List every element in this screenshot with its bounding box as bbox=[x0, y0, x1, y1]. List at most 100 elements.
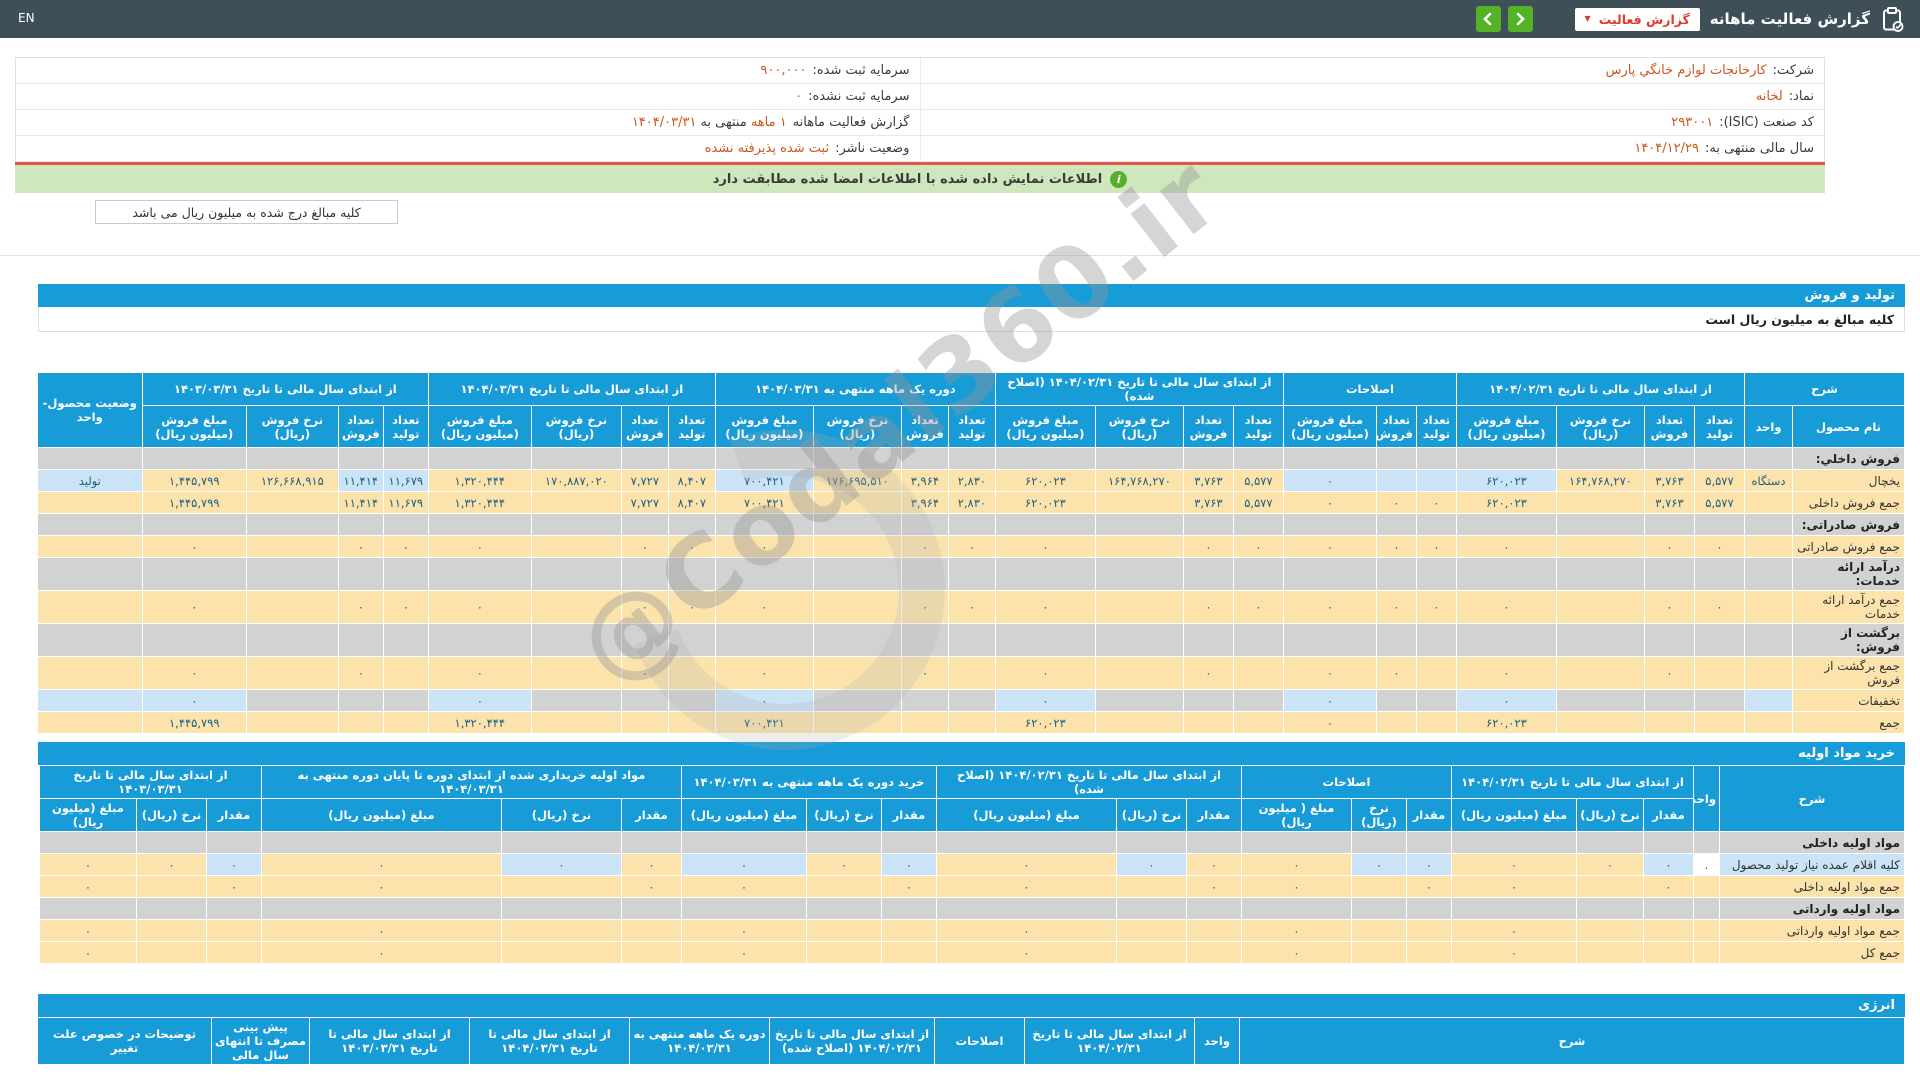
table-cell: ۰ bbox=[1283, 492, 1376, 514]
table-cell: ۰ bbox=[948, 536, 995, 558]
table-cell: ۰ bbox=[338, 657, 383, 690]
table-cell bbox=[1283, 558, 1376, 591]
table-cell: ۰ bbox=[936, 942, 1116, 964]
table-cell: ۳,۹۶۴ bbox=[901, 470, 948, 492]
table-cell bbox=[621, 832, 681, 854]
table-cell: ۰ bbox=[1456, 536, 1556, 558]
table-cell bbox=[995, 448, 1095, 470]
table-cell bbox=[715, 448, 813, 470]
table-cell: ۰ bbox=[1183, 657, 1233, 690]
table-cell bbox=[813, 624, 901, 657]
alert-text: اطلاعات نمایش داده شده با اطلاعات امضا ش… bbox=[713, 172, 1103, 187]
table-cell bbox=[806, 920, 881, 942]
table-cell bbox=[1241, 898, 1351, 920]
table-cell bbox=[948, 690, 995, 712]
table-cell bbox=[1116, 920, 1186, 942]
next-report-button[interactable] bbox=[1508, 6, 1533, 32]
table-cell bbox=[246, 536, 338, 558]
table-cell bbox=[1644, 690, 1694, 712]
table-cell bbox=[1183, 448, 1233, 470]
table-cell: ۷۰۰,۴۲۱ bbox=[715, 712, 813, 734]
table-cell bbox=[1744, 624, 1792, 657]
table-cell bbox=[1352, 898, 1407, 920]
section-label: مواد اولیه وارداتی bbox=[1720, 898, 1905, 920]
table-cell bbox=[1744, 558, 1792, 591]
previous-report-button[interactable] bbox=[1476, 6, 1501, 32]
table-cell: ۱,۳۲۰,۴۴۴ bbox=[428, 470, 531, 492]
table-cell bbox=[1352, 920, 1407, 942]
table-cell: ۱,۴۴۵,۷۹۹ bbox=[142, 712, 246, 734]
section-row: مواد اولیه وارداتی bbox=[39, 898, 1904, 920]
table-cell bbox=[37, 536, 142, 558]
amounts-unit-note-button[interactable]: کلیه مبالغ درج شده به میلیون ریال می باش… bbox=[95, 200, 398, 224]
english-language-link[interactable]: EN bbox=[18, 11, 35, 25]
table-cell: ۰ bbox=[936, 920, 1116, 942]
table-cell: ۰ bbox=[881, 876, 936, 898]
column-header: تعداد تولید bbox=[1694, 406, 1744, 448]
table-cell bbox=[142, 624, 246, 657]
table-cell bbox=[1644, 624, 1694, 657]
column-header: مبلغ (میلیون ریال) bbox=[39, 799, 136, 832]
table-cell: ۷۰۰,۴۲۱ bbox=[715, 470, 813, 492]
table-cell bbox=[531, 448, 621, 470]
signature-match-alert: i اطلاعات نمایش داده شده با اطلاعات امضا… bbox=[15, 162, 1825, 193]
table-cell bbox=[1376, 558, 1416, 591]
table-cell bbox=[428, 514, 531, 536]
table-cell: ۰ bbox=[1452, 920, 1577, 942]
table-cell: ۰ bbox=[1186, 854, 1241, 876]
column-header: مقدار bbox=[206, 799, 261, 832]
column-header: از ابتدای سال مالی تا تاریخ ۱۴۰۴/۰۳/۳۱ bbox=[428, 373, 715, 406]
column-header: مبلغ (میلیون ریال) bbox=[936, 799, 1116, 832]
column-header: نرخ (ریال) bbox=[806, 799, 881, 832]
table-cell bbox=[1644, 832, 1694, 854]
column-header: تعداد فروش bbox=[901, 406, 948, 448]
table-row: جمع مواد اولیه وارداتی۰۰۰۰۰۰ bbox=[39, 920, 1904, 942]
table-cell bbox=[813, 690, 901, 712]
table-cell bbox=[531, 657, 621, 690]
table-cell: ۰ bbox=[715, 591, 813, 624]
table-cell bbox=[1416, 624, 1456, 657]
column-header: اصلاحات bbox=[1283, 373, 1456, 406]
table-cell bbox=[1694, 876, 1720, 898]
table-cell bbox=[1095, 558, 1183, 591]
section-label: برگشت از فروش: bbox=[1793, 624, 1905, 657]
table-cell bbox=[531, 591, 621, 624]
table-row: جمع مواد اولیه داخلی۰۰۰۰۰۰۰۰۰۰۰۰ bbox=[39, 876, 1904, 898]
table-cell bbox=[37, 514, 142, 536]
report-type-dropdown[interactable]: گزارش فعالیت ▼ bbox=[1575, 8, 1700, 31]
table-cell bbox=[1556, 492, 1644, 514]
table-cell bbox=[531, 558, 621, 591]
table-cell: ۰ bbox=[1241, 854, 1351, 876]
column-header: نرخ (ریال) bbox=[501, 799, 621, 832]
table-cell bbox=[1556, 624, 1644, 657]
table-cell bbox=[1644, 898, 1694, 920]
table-cell bbox=[1744, 514, 1792, 536]
table-cell: ۱۶۴,۷۶۸,۲۷۰ bbox=[1556, 470, 1644, 492]
production-sales-table: شرحاز ابتدای سال مالی تا تاریخ ۱۴۰۴/۰۲/۳… bbox=[38, 372, 1905, 734]
table-cell bbox=[1744, 591, 1792, 624]
table-cell bbox=[1694, 832, 1720, 854]
row-label: جمع برگشت از فروش bbox=[1793, 657, 1905, 690]
table-cell bbox=[668, 448, 715, 470]
table-cell: ۳,۹۶۴ bbox=[901, 492, 948, 514]
clipboard-report-icon bbox=[1880, 5, 1906, 33]
table-cell bbox=[668, 657, 715, 690]
table-cell: ۰ bbox=[936, 854, 1116, 876]
table-cell bbox=[37, 624, 142, 657]
table-cell bbox=[1577, 898, 1644, 920]
table-cell bbox=[995, 624, 1095, 657]
table-cell bbox=[383, 558, 428, 591]
table-cell bbox=[142, 514, 246, 536]
table-cell: ۰ bbox=[1183, 536, 1233, 558]
table-cell: ۰ bbox=[1283, 536, 1376, 558]
table-cell bbox=[936, 898, 1116, 920]
table-cell bbox=[1744, 712, 1792, 734]
company-field: شرکت: کارخانجات لوازم خانگي پارس bbox=[920, 58, 1825, 83]
table-cell bbox=[1233, 657, 1283, 690]
column-header: مقدار bbox=[1186, 799, 1241, 832]
table-cell: ۰ bbox=[681, 854, 806, 876]
table-cell bbox=[1233, 712, 1283, 734]
table-cell bbox=[338, 624, 383, 657]
issuer-status-value: ثبت شده پذیرفته نشده bbox=[705, 141, 829, 156]
info-row: کد صنعت (ISIC): ۲۹۳۰۰۱ گزارش فعالیت ماها… bbox=[16, 110, 1824, 136]
